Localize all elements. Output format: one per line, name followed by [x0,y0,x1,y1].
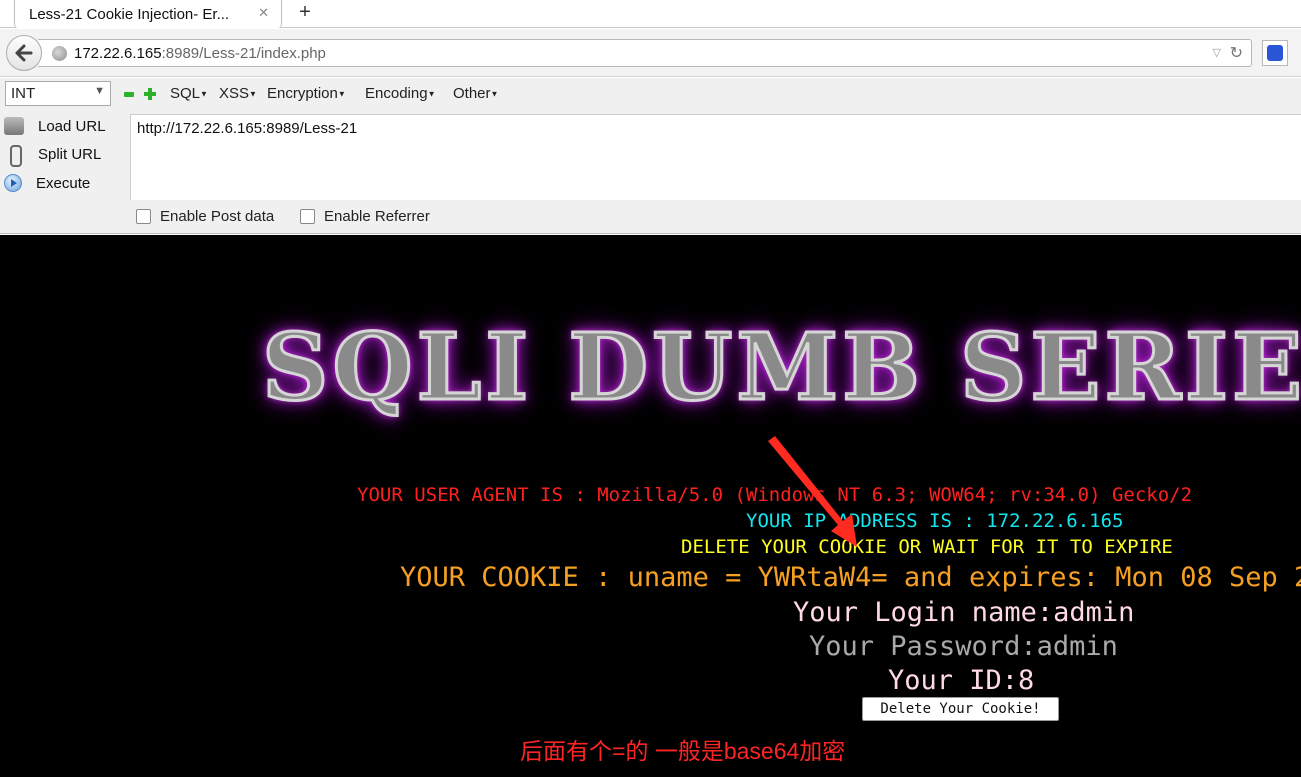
checkbox-box[interactable] [300,209,315,224]
enable-referrer-label: Enable Referrer [324,208,430,225]
page-content: SQLI DUMB SERIES YOUR USER AGENT IS : Mo… [0,235,1301,777]
menu-other[interactable]: Other▼ [453,85,498,102]
new-tab-icon[interactable]: + [294,1,316,24]
address-text: 172.22.6.165:8989/Less-21/index.php [74,45,326,62]
address-bar[interactable]: 172.22.6.165:8989/Less-21/index.php ▽ ↻ [38,39,1252,67]
menu-sql[interactable]: SQL▼ [170,85,208,102]
chevron-down-icon: ▼ [94,85,105,97]
split-url-button[interactable]: Split URL [4,141,124,167]
minus-icon[interactable] [124,92,134,97]
checkbox-box[interactable] [136,209,151,224]
injection-type-select[interactable]: INT ▼ [5,81,111,106]
plus-icon[interactable] [144,88,156,100]
split-url-label: Split URL [38,145,102,163]
execute-button[interactable]: Execute [4,170,124,196]
navigation-bar: 172.22.6.165:8989/Less-21/index.php ▽ ↻ [0,29,1301,77]
annotation-arrow-icon [768,436,857,547]
tab-strip: Less-21 Cookie Injection- Er... ✕ + [0,0,1301,28]
load-url-label: Load URL [38,117,106,135]
load-url-button[interactable]: Load URL [4,113,124,139]
reload-icon[interactable]: ↻ [1230,43,1243,63]
tab-title: Less-21 Cookie Injection- Er... [29,5,230,23]
select-value: INT [11,85,36,102]
execute-label: Execute [36,174,91,192]
url-path: :8989/Less-21/index.php [161,45,326,62]
url-host: 172.22.6.165 [74,45,162,62]
menu-encryption[interactable]: Encryption▼ [267,85,346,102]
enable-referrer-checkbox[interactable]: Enable Referrer [300,208,430,225]
hackbar-url-textarea[interactable]: http://172.22.6.165:8989/Less-21 [130,114,1301,200]
scissors-icon [4,145,24,167]
enable-post-label: Enable Post data [160,208,275,225]
enable-post-data-checkbox[interactable]: Enable Post data [136,208,274,225]
url-dropdown-icon[interactable]: ▽ [1213,46,1221,59]
tab-less-21[interactable]: Less-21 Cookie Injection- Er... ✕ [14,0,282,28]
back-button[interactable] [6,35,42,71]
menu-encoding[interactable]: Encoding▼ [365,85,435,102]
hackbar-panel: INT ▼ SQL▼ XSS▼ Encryption▼ Encoding▼ Ot… [0,78,1301,234]
paw-icon [1267,45,1283,61]
globe-icon [52,46,67,61]
back-arrow-icon [15,44,33,62]
close-icon[interactable]: ✕ [258,5,269,21]
search-engine-button[interactable] [1262,40,1288,66]
menu-xss[interactable]: XSS▼ [219,85,257,102]
play-icon [4,174,22,192]
load-url-icon [4,117,24,135]
